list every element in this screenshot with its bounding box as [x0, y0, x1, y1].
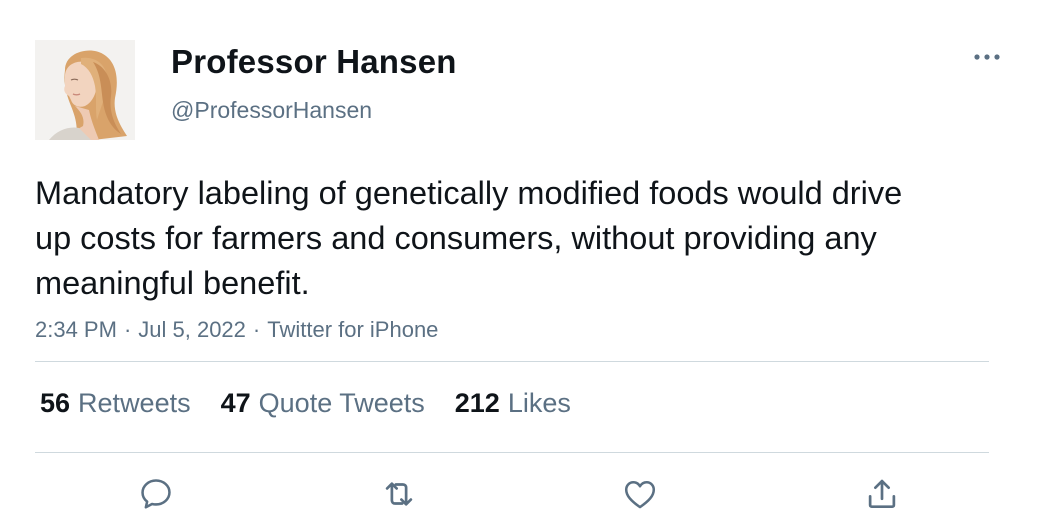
likes-count: 212	[454, 388, 500, 418]
retweets-count: 56	[40, 388, 71, 418]
tweet-text: Mandatory labeling of genetically modifi…	[35, 175, 903, 301]
display-name[interactable]: Professor Hansen	[171, 43, 457, 81]
reply-button[interactable]	[136, 474, 176, 514]
avatar[interactable]	[35, 40, 135, 140]
quote-tweets-stat[interactable]: 47 Quote Tweets	[221, 388, 425, 419]
engagement-stats: 56 Retweets 47 Quote Tweets 212 Likes	[40, 388, 571, 419]
tweet-source[interactable]: Twitter for iPhone	[267, 317, 438, 342]
retweet-button[interactable]	[379, 474, 419, 514]
tweet-date[interactable]: Jul 5, 2022	[138, 317, 246, 342]
share-icon	[868, 479, 896, 509]
retweet-icon	[385, 482, 413, 506]
retweets-stat[interactable]: 56 Retweets	[40, 388, 191, 419]
likes-label: Likes	[507, 388, 571, 418]
more-options-button[interactable]	[970, 45, 1006, 69]
tweet-metadata: 2:34 PM · Jul 5, 2022 · Twitter for iPhone	[35, 317, 438, 343]
tweet-detail: Professor Hansen @ProfessorHansen Mandat…	[0, 0, 1050, 525]
reply-icon	[141, 479, 171, 509]
profile-photo-icon	[35, 40, 135, 140]
user-handle[interactable]: @ProfessorHansen	[171, 97, 372, 124]
retweets-label: Retweets	[78, 388, 191, 418]
like-button[interactable]	[620, 474, 660, 514]
meta-separator: ·	[123, 317, 132, 342]
share-button[interactable]	[862, 474, 902, 514]
quote-tweets-label: Quote Tweets	[258, 388, 425, 418]
heart-icon	[624, 481, 656, 509]
likes-stat[interactable]: 212 Likes	[455, 388, 571, 419]
tweet-time[interactable]: 2:34 PM	[35, 317, 117, 342]
quote-tweets-count: 47	[220, 388, 251, 418]
more-dots-icon	[974, 54, 1000, 60]
divider	[35, 452, 989, 453]
divider	[35, 361, 989, 362]
meta-separator: ·	[252, 317, 261, 342]
